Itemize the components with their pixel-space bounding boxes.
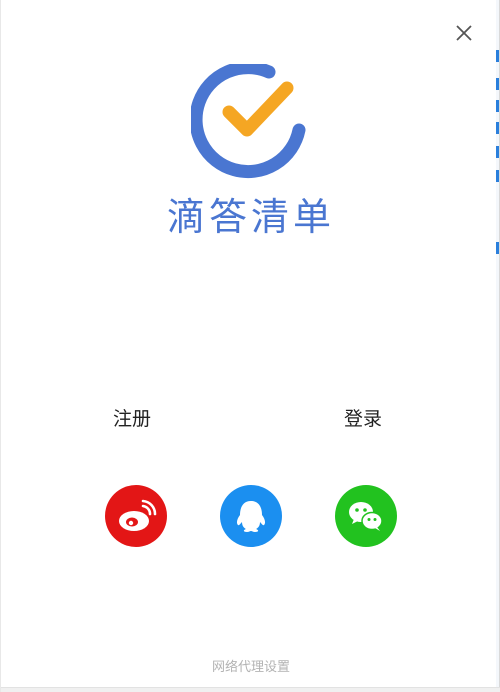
wechat-login-button[interactable] — [335, 485, 397, 547]
proxy-settings-link[interactable]: 网络代理设置 — [151, 656, 351, 675]
weibo-login-button[interactable] — [105, 485, 167, 547]
background-window-edge — [496, 0, 499, 692]
close-icon — [456, 25, 472, 41]
register-link[interactable]: 注册 — [113, 404, 151, 431]
qq-login-button[interactable] — [220, 485, 282, 547]
qq-icon — [236, 501, 266, 532]
checkmark-logo-icon — [189, 61, 306, 179]
app-brand-name: 滴答清单 — [166, 195, 335, 239]
login-link[interactable]: 登录 — [344, 404, 382, 431]
app-logo — [189, 61, 311, 184]
weibo-icon — [119, 499, 157, 531]
taskbar-edge — [1, 687, 500, 692]
wechat-icon — [349, 502, 383, 531]
login-window: 滴答清单 注册 登录 网络代理设置 — [0, 0, 500, 692]
close-button[interactable] — [449, 18, 479, 48]
